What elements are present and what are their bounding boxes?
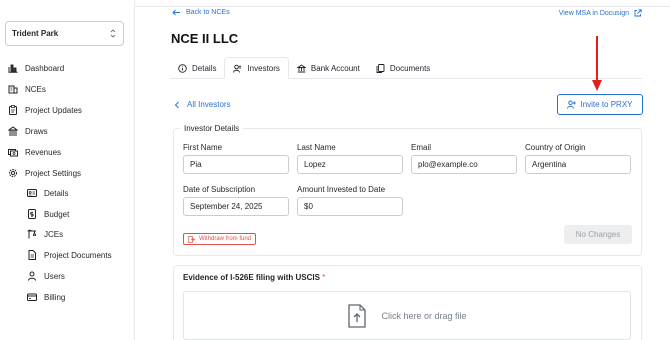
tab-investors[interactable]: Investors bbox=[224, 57, 289, 79]
sidebar-subitem-label: Budget bbox=[44, 209, 70, 219]
sidebar-item-revenues[interactable]: Revenues bbox=[8, 147, 61, 157]
sidebar: Trident Park Dashboard NCEs Project Upda… bbox=[0, 0, 135, 340]
file-dropzone[interactable]: Click here or drag file bbox=[183, 291, 631, 340]
invite-button-label: Invite to PRXY bbox=[580, 100, 633, 109]
sidebar-item-project-settings[interactable]: Project Settings bbox=[8, 168, 81, 178]
dashboard-icon bbox=[8, 64, 18, 73]
exit-icon bbox=[188, 235, 195, 243]
info-icon bbox=[178, 63, 187, 73]
amount-invested-field[interactable]: $0 bbox=[297, 197, 403, 216]
annotation-arrow bbox=[592, 36, 602, 91]
arrow-left-icon bbox=[172, 9, 180, 16]
credit-card-icon bbox=[27, 293, 37, 301]
chevron-up-down-icon bbox=[110, 29, 116, 38]
gear-icon bbox=[9, 169, 17, 177]
sidebar-item-project-updates[interactable]: Project Updates bbox=[8, 105, 82, 115]
all-investors-link[interactable]: All Investors bbox=[174, 100, 231, 109]
sidebar-subitem-billing[interactable]: Billing bbox=[27, 292, 65, 302]
email-label: Email bbox=[411, 143, 432, 152]
chevron-left-icon bbox=[174, 101, 179, 108]
sidebar-item-label: Draws bbox=[25, 126, 48, 136]
sidebar-subitem-label: Billing bbox=[44, 292, 66, 302]
tab-label: Documents bbox=[389, 63, 431, 73]
sidebar-subitem-label: Project Documents bbox=[44, 250, 112, 260]
email-field[interactable]: plo@example.co bbox=[411, 155, 517, 174]
sidebar-subitem-details[interactable]: Details bbox=[27, 188, 68, 198]
sidebar-subitem-label: Users bbox=[44, 271, 65, 281]
back-to-nces-link[interactable]: Back to NCEs bbox=[172, 9, 230, 16]
tab-bank-account[interactable]: Bank Account bbox=[289, 57, 368, 79]
last-name-field[interactable]: Lopez bbox=[297, 155, 403, 174]
country-label: Country of Origin bbox=[525, 143, 586, 152]
all-investors-label: All Investors bbox=[187, 100, 231, 109]
sidebar-subitem-budget[interactable]: Budget bbox=[27, 209, 69, 219]
user-icon bbox=[28, 271, 36, 281]
tab-documents[interactable]: Documents bbox=[368, 57, 438, 79]
sidebar-subitem-project-documents[interactable]: Project Documents bbox=[27, 250, 112, 260]
tab-label: Investors bbox=[247, 63, 280, 73]
sidebar-item-label: Project Settings bbox=[25, 168, 82, 178]
id-card-icon bbox=[27, 189, 37, 197]
withdraw-from-fund-button[interactable]: Withdraw from fund bbox=[183, 233, 257, 245]
msa-link-label: View MSA in Docusign bbox=[558, 9, 629, 17]
file-upload-icon bbox=[348, 303, 367, 328]
clipboard-icon bbox=[9, 105, 17, 115]
document-icon bbox=[28, 250, 36, 260]
required-marker: * bbox=[322, 273, 326, 282]
tab-bar: Details Investors Bank Account Documents bbox=[170, 57, 438, 79]
bank-icon bbox=[8, 126, 18, 136]
investor-details-legend: Investor Details bbox=[180, 124, 244, 133]
bank-icon bbox=[296, 63, 306, 72]
crane-icon bbox=[27, 229, 36, 239]
view-msa-link[interactable]: View MSA in Docusign bbox=[559, 9, 642, 17]
dollar-doc-icon bbox=[28, 209, 36, 219]
sidebar-item-dashboard[interactable]: Dashboard bbox=[8, 63, 64, 73]
sidebar-item-nces[interactable]: NCEs bbox=[8, 84, 46, 94]
dropzone-text: Click here or drag file bbox=[381, 310, 467, 321]
sidebar-subitem-label: JCEs bbox=[44, 229, 64, 239]
cash-icon bbox=[8, 149, 18, 157]
project-select-value: Trident Park bbox=[12, 29, 59, 38]
sidebar-subitem-jces[interactable]: JCEs bbox=[27, 229, 63, 239]
last-name-label: Last Name bbox=[297, 143, 336, 152]
sidebar-item-label: Revenues bbox=[25, 147, 62, 157]
sidebar-item-label: Dashboard bbox=[25, 63, 65, 73]
investor-icon bbox=[233, 64, 242, 73]
invite-to-prxy-button[interactable]: Invite to PRXY bbox=[557, 94, 643, 115]
withdraw-label: Withdraw from fund bbox=[199, 236, 252, 242]
back-link-label: Back to NCEs bbox=[186, 9, 230, 16]
sidebar-item-label: Project Updates bbox=[25, 105, 82, 115]
no-changes-button[interactable]: No Changes bbox=[564, 225, 632, 244]
project-select[interactable]: Trident Park bbox=[5, 21, 124, 46]
top-divider bbox=[135, 0, 670, 7]
documents-icon bbox=[376, 63, 385, 73]
external-link-icon bbox=[634, 9, 642, 17]
building-icon bbox=[8, 85, 18, 94]
evidence-label: Evidence of I-526E filing with USCIS * bbox=[183, 273, 325, 282]
first-name-label: First Name bbox=[183, 143, 223, 152]
tab-details[interactable]: Details bbox=[170, 57, 224, 79]
sidebar-subitem-users[interactable]: Users bbox=[27, 271, 65, 281]
add-user-icon bbox=[567, 100, 577, 109]
tab-label: Details bbox=[192, 63, 217, 73]
tab-label: Bank Account bbox=[310, 63, 360, 73]
amount-invested-label: Amount Invested to Date bbox=[297, 185, 386, 194]
country-field[interactable]: Argentina bbox=[525, 155, 631, 174]
sidebar-item-draws[interactable]: Draws bbox=[8, 126, 48, 136]
sidebar-subitem-label: Details bbox=[44, 188, 69, 198]
subscription-date-label: Date of Subscription bbox=[183, 185, 256, 194]
sidebar-item-label: NCEs bbox=[25, 84, 46, 94]
first-name-field[interactable]: Pia bbox=[183, 155, 289, 174]
evidence-label-text: Evidence of I-526E filing with USCIS bbox=[183, 273, 320, 282]
subscription-date-field[interactable]: September 24, 2025 bbox=[183, 197, 289, 216]
page-title: NCE II LLC bbox=[171, 31, 239, 46]
